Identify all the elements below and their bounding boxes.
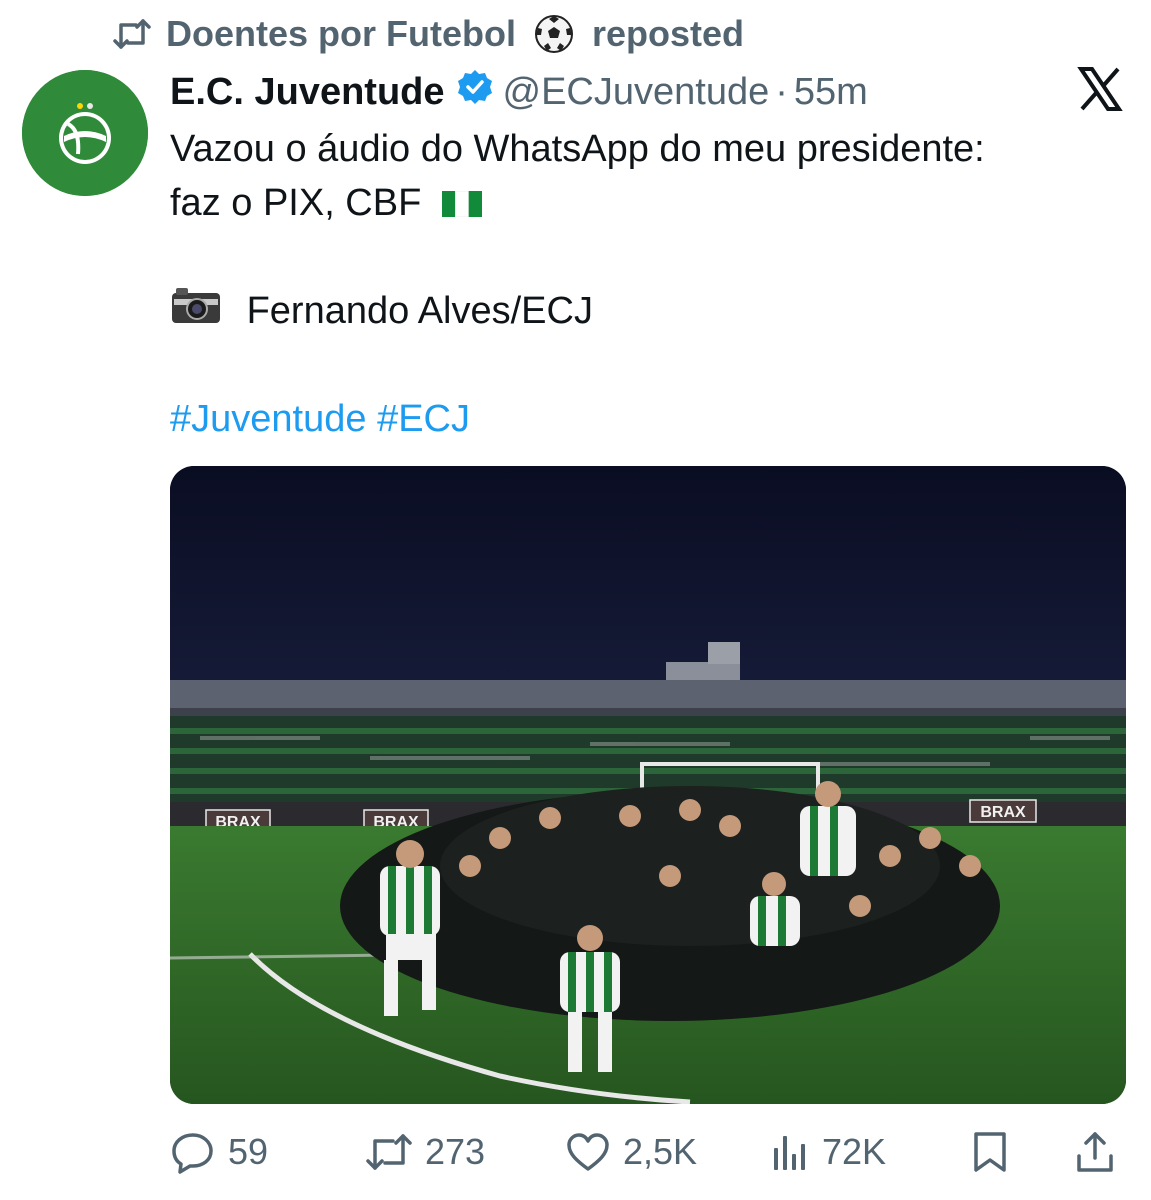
author-name[interactable]: E.C. Juventude: [170, 71, 445, 114]
like-count: 2,5K: [623, 1131, 698, 1172]
reply-icon: [170, 1129, 216, 1175]
ad-board-right: BRAX: [980, 804, 1026, 821]
team-celebration-photo[interactable]: BRAX BRAX BRAX: [170, 466, 1126, 1104]
timestamp[interactable]: 55m: [794, 71, 868, 114]
share-icon: [1075, 1130, 1115, 1174]
reply-count: 59: [228, 1131, 269, 1172]
tweet-action-bar: 59 273 2,5K 72K: [170, 1122, 1130, 1182]
photo-credit-line: Fernando Alves/ECJ: [170, 284, 1090, 338]
heart-icon: [565, 1131, 611, 1173]
share-button[interactable]: [1075, 1130, 1115, 1174]
juventude-crest-avatar[interactable]: [22, 70, 148, 196]
author-handle[interactable]: @ECJuventude: [503, 71, 770, 114]
view-count: 72K: [822, 1131, 887, 1172]
verified-badge-icon: [445, 69, 503, 115]
repost-button[interactable]: 273: [365, 1131, 565, 1173]
views-chart-icon: [770, 1132, 810, 1172]
views-button[interactable]: 72K: [770, 1131, 970, 1173]
separator-dot: ·: [775, 70, 788, 113]
nigeria-flag-icon: [441, 178, 482, 232]
reposted-label: reposted: [592, 13, 745, 54]
reply-button[interactable]: 59: [170, 1129, 365, 1175]
camera-icon: [170, 285, 222, 340]
repost-count: 273: [425, 1131, 486, 1172]
reposter-name[interactable]: Doentes por Futebol: [166, 13, 516, 55]
soccer-ball-icon: [534, 14, 574, 54]
repost-banner[interactable]: Doentes por Futebol reposted: [112, 10, 744, 58]
like-button[interactable]: 2,5K: [565, 1131, 770, 1173]
tweet-text-line-2-text: faz o PIX, CBF: [170, 182, 422, 224]
hashtag-ecj[interactable]: #ECJ: [377, 398, 470, 440]
hashtag-line: #Juventude #ECJ: [170, 392, 1090, 446]
x-logo-icon: [1077, 66, 1123, 112]
tweet-header: E.C. Juventude @ECJuventude · 55m: [170, 64, 1061, 120]
tweet-text-line-1: Vazou o áudio do WhatsApp do meu preside…: [170, 128, 985, 170]
repost-icon: [365, 1132, 413, 1172]
bookmark-icon: [970, 1130, 1010, 1174]
bookmark-button[interactable]: [970, 1130, 1075, 1174]
tweet-body: Vazou o áudio do WhatsApp do meu preside…: [170, 122, 1090, 446]
repost-icon: [112, 17, 152, 51]
hashtag-juventude[interactable]: #Juventude: [170, 398, 367, 440]
tweet-text-line-2: faz o PIX, CBF: [170, 176, 1090, 230]
photo-credit: Fernando Alves/ECJ: [246, 290, 593, 332]
